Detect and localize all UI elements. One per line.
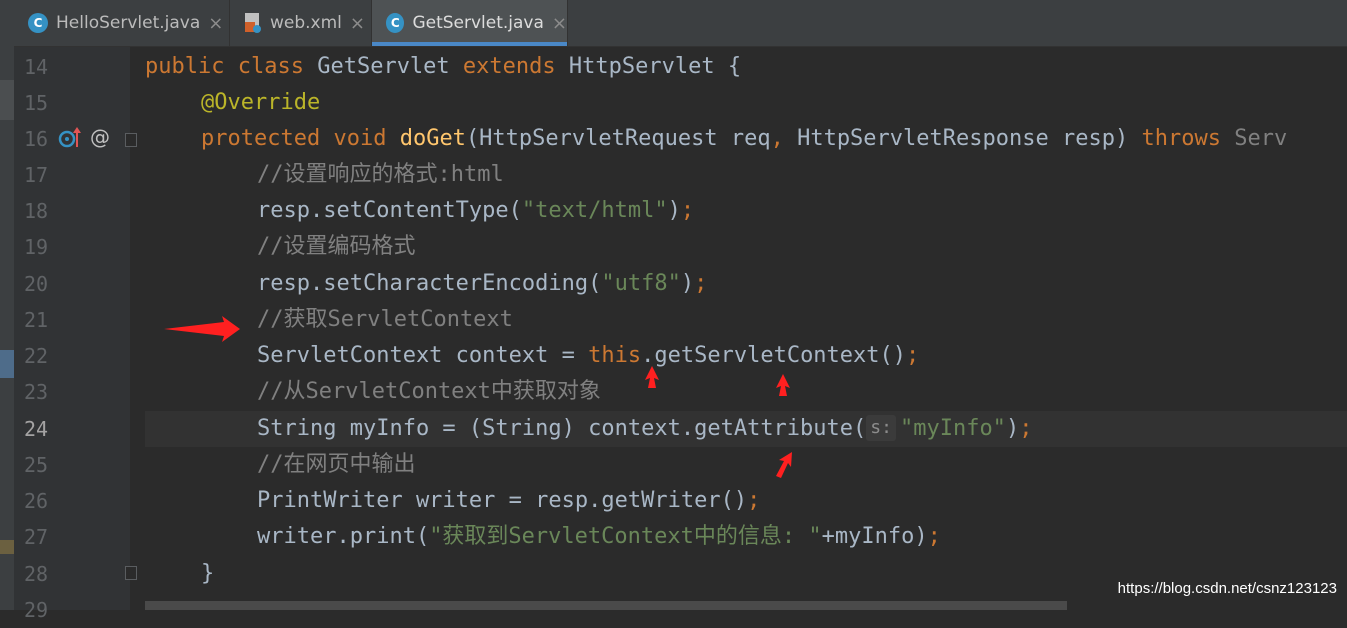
override-method-icon[interactable] xyxy=(58,125,82,156)
horizontal-scrollbar[interactable] xyxy=(145,601,1067,610)
code-text: .getServletContext() xyxy=(641,343,907,368)
tab-label: web.xml xyxy=(270,13,342,33)
semicolon: ; xyxy=(906,343,920,368)
keyword: void xyxy=(333,126,387,151)
editor-tab-bar: C HelloServlet.java × web.xml × C GetSer… xyxy=(14,0,1347,47)
line-number: 26 xyxy=(24,489,49,513)
comment: //从ServletContext中获取对象 xyxy=(257,379,601,404)
parameters: HttpServletResponse resp) xyxy=(797,126,1129,151)
line-number: 14 xyxy=(24,55,49,79)
tab-web-xml[interactable]: web.xml × xyxy=(230,0,372,46)
code-line-20: resp.setCharacterEncoding("utf8"); xyxy=(145,266,1347,302)
code-text: ServletContext context = xyxy=(257,343,589,368)
comment: //设置编码格式 xyxy=(257,234,416,259)
class-name: GetServlet xyxy=(317,54,450,79)
close-icon[interactable]: × xyxy=(208,13,223,34)
keyword: class xyxy=(237,54,304,79)
keyword: this xyxy=(588,343,642,368)
truncated-type: Serv xyxy=(1234,126,1288,151)
tool-strip-marker xyxy=(0,540,14,554)
keyword: protected xyxy=(201,126,321,151)
code-text: ) xyxy=(1005,416,1020,441)
line-number: 25 xyxy=(24,453,49,477)
tool-strip-marker xyxy=(0,350,14,378)
line-number: 21 xyxy=(24,308,49,332)
at-annotation-icon[interactable]: @ xyxy=(90,125,110,149)
code-line-14: public class GetServlet extends HttpServ… xyxy=(145,49,1347,85)
line-number: 20 xyxy=(24,272,49,296)
keyword: extends xyxy=(462,54,556,79)
string-literal: "utf8" xyxy=(601,271,681,296)
code-line-27: writer.print("获取到ServletContext中的信息: "+m… xyxy=(145,519,1347,555)
comment: //获取ServletContext xyxy=(257,307,513,332)
code-text: resp.setCharacterEncoding( xyxy=(257,271,602,296)
close-icon[interactable]: × xyxy=(552,13,567,34)
watermark: https://blog.csdn.net/csnz123123 xyxy=(1117,580,1337,597)
line-number: 18 xyxy=(24,199,49,223)
code-text: ) xyxy=(667,198,681,223)
semicolon: ; xyxy=(927,524,941,549)
code-line-24-current: String myInfo = (String) context.getAttr… xyxy=(145,411,1347,447)
type-name: HttpServlet xyxy=(568,54,715,79)
line-number: 23 xyxy=(24,380,49,404)
line-number: 17 xyxy=(24,163,49,187)
line-number: 22 xyxy=(24,344,49,368)
line-number-current: 24 xyxy=(24,417,49,441)
code-text: ) xyxy=(680,271,695,296)
tab-label: HelloServlet.java xyxy=(56,13,201,33)
tool-strip-marker xyxy=(0,80,14,120)
java-class-icon: C xyxy=(386,13,405,33)
code-line-23: //从ServletContext中获取对象 xyxy=(145,374,1347,410)
semicolon: ; xyxy=(680,198,695,223)
code-text: PrintWriter writer = resp.getWriter() xyxy=(257,488,748,513)
code-line-17: //设置响应的格式:html xyxy=(145,157,1347,193)
code-line-19: //设置编码格式 xyxy=(145,229,1347,265)
code-line-16: protected void doGet(HttpServletRequest … xyxy=(145,121,1347,157)
fold-marker[interactable] xyxy=(125,566,137,580)
fold-marker[interactable] xyxy=(125,133,137,147)
code-text: String myInfo = (String) context.getAttr… xyxy=(257,416,867,441)
brace: { xyxy=(727,54,742,79)
code-line-15: @Override xyxy=(145,85,1347,121)
semicolon: ; xyxy=(694,271,708,296)
line-number: 19 xyxy=(24,235,49,259)
keyword: throws xyxy=(1141,126,1221,151)
parameters: (HttpServletRequest req xyxy=(465,126,771,151)
brace: } xyxy=(201,561,215,586)
line-number: 27 xyxy=(24,525,49,549)
code-line-21: //获取ServletContext xyxy=(145,302,1347,338)
string-literal: "text/html" xyxy=(521,198,668,223)
tab-getservlet[interactable]: C GetServlet.java × xyxy=(372,0,568,46)
comment: //设置响应的格式:html xyxy=(257,162,504,187)
string-literal: "获取到ServletContext中的信息: " xyxy=(429,524,822,549)
string-literal: "myInfo" xyxy=(899,416,1006,441)
semicolon: ; xyxy=(747,488,761,513)
keyword: public xyxy=(145,54,225,79)
comment: //在网页中输出 xyxy=(257,452,416,477)
line-number: 15 xyxy=(24,91,49,115)
semicolon: ; xyxy=(1019,416,1033,441)
code-line-26: PrintWriter writer = resp.getWriter(); xyxy=(145,483,1347,519)
parameter-hint: s: xyxy=(866,415,896,441)
java-class-icon: C xyxy=(28,13,48,33)
comma: , xyxy=(770,126,784,151)
xml-file-icon xyxy=(244,12,262,34)
code-line-18: resp.setContentType("text/html"); xyxy=(145,193,1347,229)
line-number: 29 xyxy=(24,598,49,622)
annotation: @Override xyxy=(201,90,321,115)
line-number: 28 xyxy=(24,562,49,586)
tab-label: GetServlet.java xyxy=(412,13,544,33)
code-editor[interactable]: public class GetServlet extends HttpServ… xyxy=(145,47,1347,610)
left-tool-strip[interactable] xyxy=(0,0,14,610)
tab-helloservlet[interactable]: C HelloServlet.java × xyxy=(14,0,230,46)
code-text: +myInfo) xyxy=(821,524,928,549)
method-name: doGet xyxy=(399,126,466,151)
code-text: resp.setContentType( xyxy=(257,198,522,223)
close-icon[interactable]: × xyxy=(350,13,365,34)
code-line-25: //在网页中输出 xyxy=(145,447,1347,483)
code-line-22: ServletContext context = this.getServlet… xyxy=(145,338,1347,374)
code-text: writer.print( xyxy=(257,524,430,549)
